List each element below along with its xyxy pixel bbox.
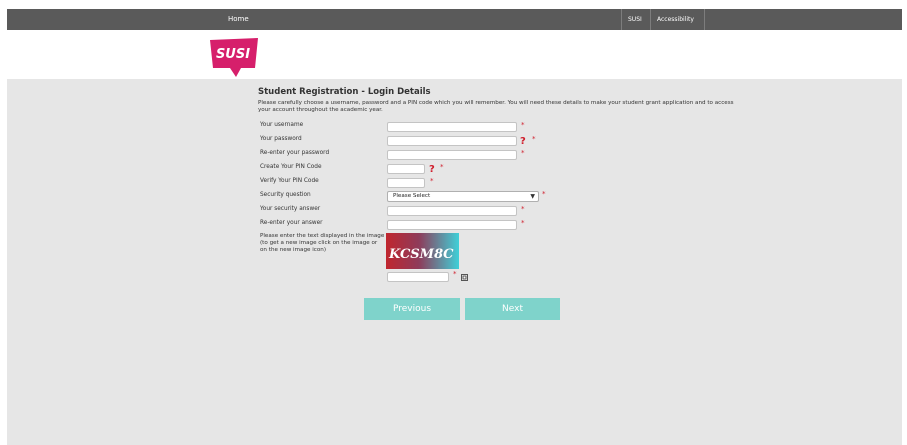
captcha-image[interactable]: KCSM8C <box>386 233 459 269</box>
captcha-text: KCSM8C <box>388 247 454 262</box>
page-intro: Please carefully choose a username, pass… <box>258 100 734 113</box>
reenter-answer-input[interactable] <box>387 220 517 230</box>
security-answer-required-marker: * <box>521 205 525 213</box>
reenter-answer-label: Re-enter your answer <box>260 220 323 226</box>
password-help-icon[interactable]: ? <box>520 136 526 147</box>
top-nav-bar: Home SUSI Accessibility <box>7 9 902 30</box>
security-answer-label: Your security answer <box>260 206 321 212</box>
nav-susi-link[interactable]: SUSI <box>628 9 642 30</box>
reenter-password-input[interactable] <box>387 150 517 160</box>
verify-pin-input[interactable] <box>387 178 425 188</box>
security-question-label: Security question <box>260 192 311 198</box>
chevron-down-icon: ▼ <box>530 193 535 200</box>
refresh-captcha-icon[interactable] <box>461 274 468 281</box>
security-answer-input[interactable] <box>387 206 517 216</box>
security-question-required-marker: * <box>542 190 546 198</box>
create-pin-input[interactable] <box>387 164 425 174</box>
password-input[interactable] <box>387 136 517 146</box>
username-required-marker: * <box>521 121 525 129</box>
susi-logo[interactable]: SUSI <box>208 36 260 78</box>
page-title: Student Registration - Login Details <box>258 87 431 97</box>
nav-divider <box>650 9 651 30</box>
verify-pin-label: Verify Your PIN Code <box>260 178 319 184</box>
captcha-required-marker: * <box>453 270 457 278</box>
nav-home-link[interactable]: Home <box>228 9 249 30</box>
next-button[interactable]: Next <box>465 298 560 320</box>
security-question-select[interactable]: Please Select ▼ <box>387 191 539 202</box>
nav-divider <box>704 9 705 30</box>
password-required-marker: * <box>532 135 536 143</box>
captcha-label: Please enter the text displayed in the i… <box>260 233 385 253</box>
username-label: Your username <box>260 122 304 128</box>
username-input[interactable] <box>387 122 517 132</box>
reenter-password-required-marker: * <box>521 149 525 157</box>
reenter-answer-required-marker: * <box>521 219 525 227</box>
verify-pin-required-marker: * <box>430 177 434 185</box>
captcha-input[interactable] <box>387 272 449 282</box>
create-pin-required-marker: * <box>440 163 444 171</box>
reenter-password-label: Re-enter your password <box>260 150 330 156</box>
pin-help-icon[interactable]: ? <box>429 164 435 175</box>
nav-divider <box>621 9 622 30</box>
previous-button[interactable]: Previous <box>364 298 460 320</box>
nav-accessibility-link[interactable]: Accessibility <box>657 9 694 30</box>
security-question-value: Please Select <box>393 193 431 199</box>
create-pin-label: Create Your PIN Code <box>260 164 322 170</box>
logo-text: SUSI <box>216 47 250 62</box>
password-label: Your password <box>260 136 302 142</box>
